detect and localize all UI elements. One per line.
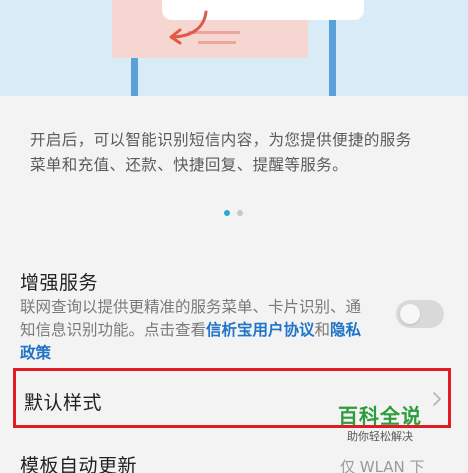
feature-description: 开启后，可以智能识别短信内容，为您提供便捷的服务 菜单和充值、还款、快捷回复、提… [30,128,442,178]
enhanced-service-title: 增强服务 [20,272,99,294]
template-auto-update-value[interactable]: 仅 WLAN 下 [340,456,425,473]
template-auto-update-label[interactable]: 模板自动更新 [20,451,137,473]
default-style-label: 默认样式 [24,392,103,414]
enhanced-service-toggle[interactable] [396,300,444,328]
watermark-slogan: 助你轻松解决 [347,430,413,443]
enhanced-service-description: 联网查询以提供更精准的服务菜单、卡片识别、通知信息识别功能。点击查看信析宝用户协… [20,296,376,365]
chevron-right-icon [433,392,441,406]
page-indicator [224,210,243,216]
page-dot-active[interactable] [224,210,230,216]
curved-arrow-icon [169,10,208,45]
user-agreement-link[interactable]: 信析宝用户协议 [206,321,315,339]
feature-description-line: 菜单和充值、还款、快捷回复、提醒等服务。 [30,156,349,174]
feature-description-line: 开启后，可以智能识别短信内容，为您提供便捷的服务 [30,131,412,149]
illustration-post-left [131,56,138,96]
watermark-logo-text: 百科全说 [338,404,422,428]
page-dot[interactable] [237,210,243,216]
toggle-knob [400,304,420,324]
settings-page: 开启后，可以智能识别短信内容，为您提供便捷的服务 菜单和充值、还款、快捷回复、提… [0,0,468,473]
feature-illustration [0,0,468,96]
enhanced-service-desc-and: 和 [314,321,331,339]
